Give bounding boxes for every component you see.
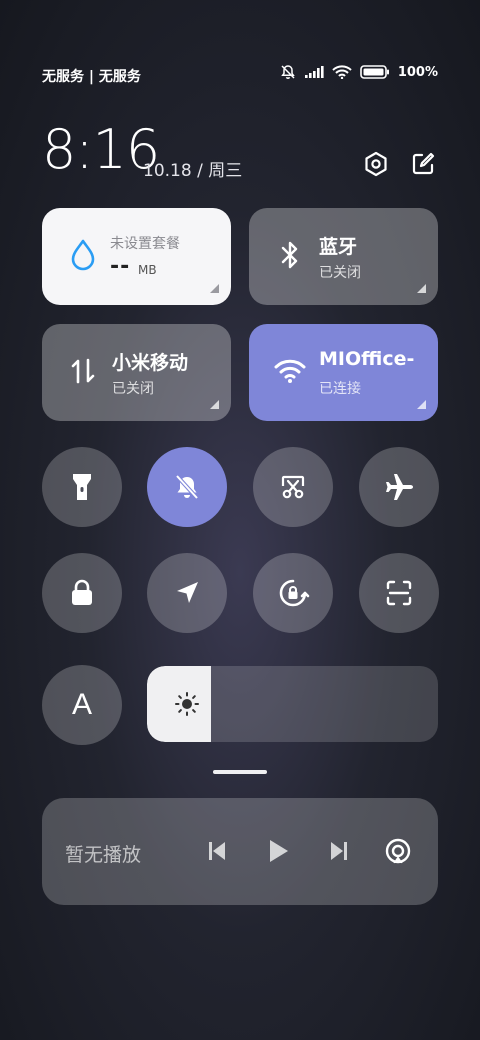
battery-percent: 100% [397, 64, 438, 80]
previous-icon[interactable] [202, 836, 232, 866]
bell-off-icon [280, 64, 296, 80]
signal-icon [304, 65, 324, 79]
wifi-icon [273, 354, 307, 388]
next-icon[interactable] [324, 836, 354, 866]
silent-icon [175, 474, 199, 500]
edit-icon[interactable] [406, 147, 440, 181]
data-usage-unit: MB [138, 263, 157, 277]
brightness-slider[interactable] [147, 666, 438, 742]
cast-icon[interactable] [383, 836, 413, 866]
media-player: 暂无播放 [42, 798, 438, 905]
mobile-data-status: 已关闭 [112, 381, 154, 397]
wifi-status: 已连接 [319, 381, 361, 397]
bluetooth-title: 蓝牙 [319, 236, 358, 258]
expand-corner-icon [417, 400, 426, 409]
sun-icon [173, 690, 201, 722]
airplane-toggle[interactable] [359, 447, 439, 527]
screenshot-icon [281, 475, 305, 499]
rotation-lock-icon [279, 579, 310, 607]
location-toggle[interactable] [147, 553, 227, 633]
rotation-lock-toggle[interactable] [253, 553, 333, 633]
wifi-title: MIOffice- [319, 348, 415, 370]
scan-icon [386, 580, 412, 606]
drag-handle[interactable] [213, 770, 267, 774]
location-icon [177, 582, 198, 603]
bluetooth-status: 已关闭 [319, 265, 361, 281]
flashlight-toggle[interactable] [42, 447, 122, 527]
silent-toggle[interactable] [147, 447, 227, 527]
airplane-icon [386, 474, 413, 500]
media-status: 暂无播放 [65, 844, 142, 866]
flashlight-icon [73, 474, 91, 500]
status-icons: 100% [280, 64, 438, 80]
lock-screen-toggle[interactable] [42, 553, 122, 633]
mobile-data-title: 小米移动 [112, 352, 189, 374]
carrier-status: 无服务 | 无服务 [42, 69, 141, 85]
wifi-tile[interactable]: MIOffice- 已连接 [249, 324, 438, 421]
data-usage-tile[interactable]: 未设置套餐 -- MB [42, 208, 231, 305]
bluetooth-icon [273, 238, 307, 272]
expand-corner-icon [210, 400, 219, 409]
clock-time: 8:16 [42, 118, 160, 181]
screenshot-toggle[interactable] [253, 447, 333, 527]
scan-toggle[interactable] [359, 553, 439, 633]
lock-icon [72, 579, 92, 605]
play-icon[interactable] [263, 836, 293, 866]
wifi-icon [332, 65, 352, 79]
font-size-label: A [71, 688, 92, 721]
bluetooth-tile[interactable]: 蓝牙 已关闭 [249, 208, 438, 305]
mobile-data-tile[interactable]: 小米移动 已关闭 [42, 324, 231, 421]
font-size-button[interactable]: A [42, 665, 122, 745]
battery-icon [360, 65, 390, 79]
data-transfer-icon [66, 354, 100, 388]
date-text: 10.18 / 周三 [143, 161, 243, 181]
data-plan-title: 未设置套餐 [110, 236, 180, 252]
settings-icon[interactable] [359, 147, 393, 181]
expand-corner-icon [417, 284, 426, 293]
expand-corner-icon [210, 284, 219, 293]
water-drop-icon [66, 238, 100, 272]
data-usage-value: -- [110, 254, 131, 279]
